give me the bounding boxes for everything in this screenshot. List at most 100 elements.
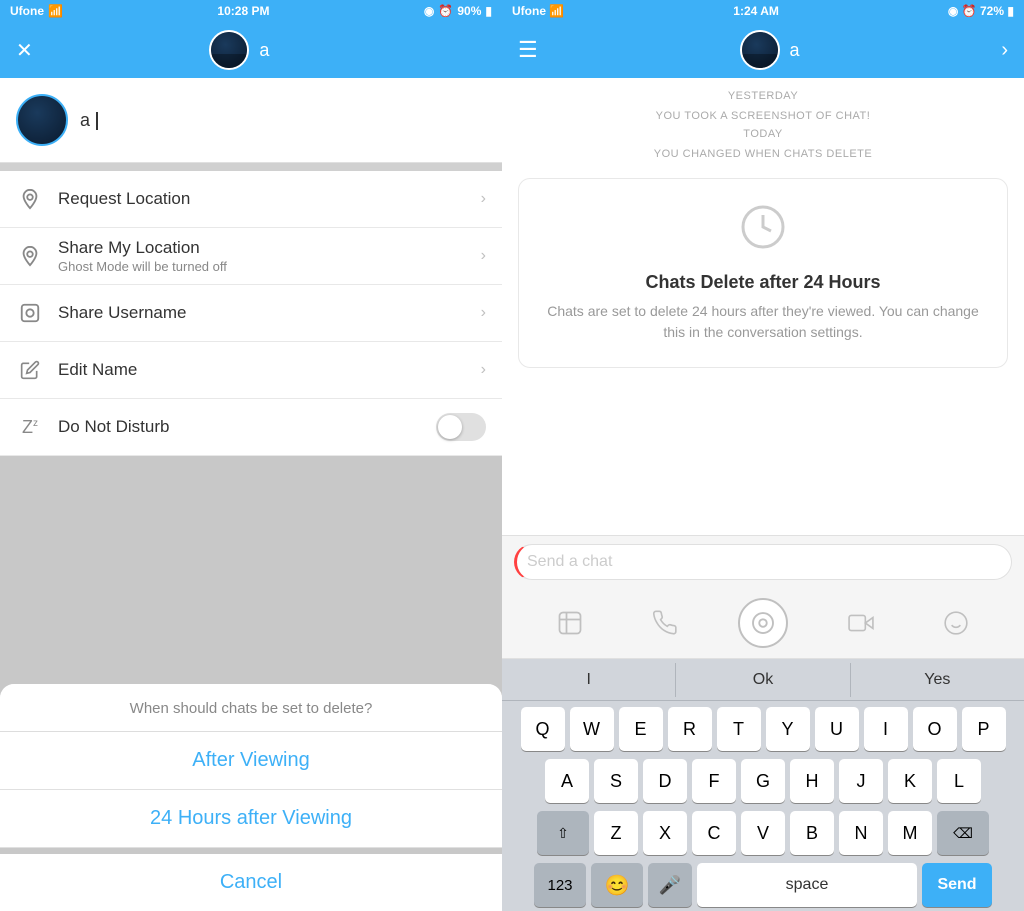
sticker-button[interactable] [548,601,592,645]
key-b[interactable]: B [790,811,834,855]
keyboard-rows: Q W E R T Y U I O P A S D F G H J K [502,701,1024,911]
time-right: 1:24 AM [733,4,779,18]
nav-bar-right: ☰ a › [502,22,1024,78]
chat-input[interactable] [514,544,1012,580]
location-icon-left: ◉ [424,4,434,18]
menu-item-share-username[interactable]: Share Username › [0,285,502,342]
menu-item-share-location[interactable]: Share My Location Ghost Mode will be tur… [0,228,502,285]
key-v[interactable]: V [741,811,785,855]
menu-item-do-not-disturb[interactable]: Zz Do Not Disturb [0,399,502,456]
menu-text-edit-name: Edit Name [58,360,467,380]
right-status-info-left: ◉ ⏰ 90% ▮ [424,4,492,18]
key-row-1: Q W E R T Y U I O P [506,707,1020,751]
24-hours-option[interactable]: 24 Hours after Viewing [0,790,502,848]
key-t[interactable]: T [717,707,761,751]
key-e[interactable]: E [619,707,663,751]
chat-input-container [502,535,1024,588]
key-l[interactable]: L [937,759,981,803]
media-row [502,588,1024,659]
carrier-right: Ufone [512,4,546,18]
space-key[interactable]: space [697,863,917,907]
pencil-icon [16,356,44,384]
hamburger-icon[interactable]: ☰ [518,37,538,63]
close-button[interactable]: ✕ [16,38,33,63]
menu-item-request-location[interactable]: Request Location › [0,171,502,228]
phone-button[interactable] [643,601,687,645]
delete-key[interactable]: ⌫ [937,811,989,855]
key-a[interactable]: A [545,759,589,803]
mic-key[interactable]: 🎤 [648,863,692,907]
key-p[interactable]: P [962,707,1006,751]
key-r[interactable]: R [668,707,712,751]
keyboard-suggestions: I Ok Yes [502,659,1024,701]
key-d[interactable]: D [643,759,687,803]
emoji-keyboard-key[interactable]: 😊 [591,863,643,907]
battery-icon-left: ▮ [485,4,492,18]
key-c[interactable]: C [692,811,736,855]
key-row-4: 123 😊 🎤 space Send [506,863,1020,907]
video-button[interactable] [839,601,883,645]
timestamp-today: TODAY [743,128,782,140]
delete-title: Chats Delete after 24 Hours [539,272,987,293]
menu-title-edit-name: Edit Name [58,360,467,380]
do-not-disturb-toggle[interactable] [436,413,486,441]
menu-text-share-location: Share My Location Ghost Mode will be tur… [58,238,467,274]
chevron-right-username-icon: › [481,304,486,322]
separator-1 [0,163,502,171]
profile-avatar [16,94,68,146]
key-u[interactable]: U [815,707,859,751]
camera-button[interactable] [738,598,788,648]
suggestion-yes[interactable]: Yes [851,663,1024,697]
chevron-right-icon: › [481,190,486,208]
menu-title-do-not-disturb: Do Not Disturb [58,417,422,437]
time-left: 10:28 PM [217,4,269,18]
left-status-info: Ufone 📶 [10,4,63,18]
battery-left: 90% [457,4,481,18]
nav-avatar-img-right [742,32,778,68]
after-viewing-option[interactable]: After Viewing [0,732,502,790]
emoji-button[interactable] [934,601,978,645]
nav-chevron-right[interactable]: › [1001,39,1008,62]
cancel-button[interactable]: Cancel [0,854,502,911]
key-j[interactable]: J [839,759,883,803]
timestamp-yesterday: YESTERDAY [728,90,798,102]
key-y[interactable]: Y [766,707,810,751]
alarm-icon-right: ⏰ [962,4,977,18]
battery-icon-right: ▮ [1007,4,1014,18]
menu-item-edit-name[interactable]: Edit Name › [0,342,502,399]
system-screenshot: YOU TOOK A SCREENSHOT OF CHAT! [656,110,871,122]
key-h[interactable]: H [790,759,834,803]
key-i[interactable]: I [864,707,908,751]
num-key[interactable]: 123 [534,863,586,907]
shift-key[interactable]: ⇧ [537,811,589,855]
nav-username-right: a [790,40,800,61]
key-x[interactable]: X [643,811,687,855]
location-icon [16,185,44,213]
alarm-icon-left: ⏰ [438,4,453,18]
key-w[interactable]: W [570,707,614,751]
key-m[interactable]: M [888,811,932,855]
key-k[interactable]: K [888,759,932,803]
key-z[interactable]: Z [594,811,638,855]
key-f[interactable]: F [692,759,736,803]
nav-avatar-img-left [211,32,247,68]
chat-area: YESTERDAY YOU TOOK A SCREENSHOT OF CHAT!… [502,78,1024,535]
location-icon-right: ◉ [948,4,958,18]
key-g[interactable]: G [741,759,785,803]
delete-desc: Chats are set to delete 24 hours after t… [539,301,987,343]
send-key[interactable]: Send [922,863,992,907]
key-n[interactable]: N [839,811,883,855]
key-s[interactable]: S [594,759,638,803]
profile-card: a [0,78,502,163]
suggestion-ok[interactable]: Ok [676,663,850,697]
nav-bar-left: ✕ a [0,22,502,78]
right-panel: Ufone 📶 1:24 AM ◉ ⏰ 72% ▮ ☰ a › YESTERDA… [502,0,1024,911]
menu-title-share-username: Share Username [58,303,467,323]
key-o[interactable]: O [913,707,957,751]
menu-title-share-location: Share My Location [58,238,467,258]
key-q[interactable]: Q [521,707,565,751]
suggestion-i[interactable]: I [502,663,676,697]
carrier-left: Ufone [10,4,44,18]
menu-text-request-location: Request Location [58,189,467,209]
profile-name-container: a [80,110,98,131]
